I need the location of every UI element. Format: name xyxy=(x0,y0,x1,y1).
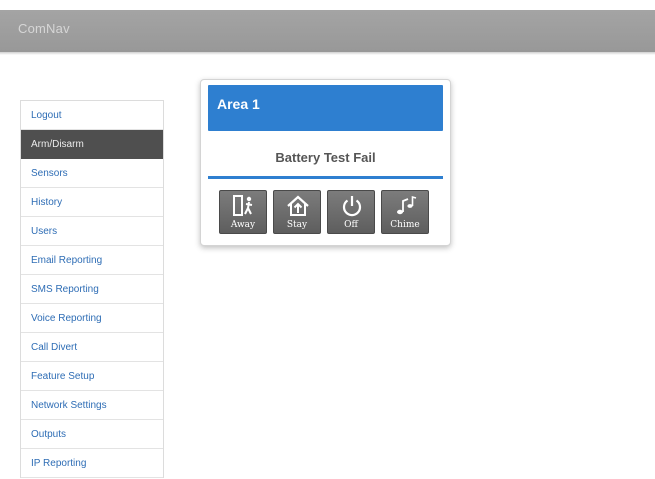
top-bar-shadow xyxy=(0,52,655,55)
sidebar-item-logout[interactable]: Logout xyxy=(21,101,163,130)
top-bar: ComNav xyxy=(0,10,655,52)
status-divider xyxy=(208,176,443,179)
sidebar-item-call-divert[interactable]: Call Divert xyxy=(21,333,163,362)
area-card: Area 1 Battery Test Fail Away Stay Off C… xyxy=(200,79,451,246)
area-status: Battery Test Fail xyxy=(275,150,376,165)
sidebar-item-outputs[interactable]: Outputs xyxy=(21,420,163,449)
sidebar-item-network-settings[interactable]: Network Settings xyxy=(21,391,163,420)
sidebar-item-sensors[interactable]: Sensors xyxy=(21,159,163,188)
arm-button-row: Away Stay Off Chime xyxy=(219,190,429,234)
away-button[interactable]: Away xyxy=(219,190,267,234)
sidebar-item-voice-reporting[interactable]: Voice Reporting xyxy=(21,304,163,333)
power-icon xyxy=(342,196,362,217)
sidebar-item-ip-reporting[interactable]: IP Reporting xyxy=(21,449,163,478)
sidebar-item-sms-reporting[interactable]: SMS Reporting xyxy=(21,275,163,304)
sidebar-item-feature-setup[interactable]: Feature Setup xyxy=(21,362,163,391)
chime-button[interactable]: Chime xyxy=(381,190,429,234)
sidebar: Logout Arm/Disarm Sensors History Users … xyxy=(20,100,164,478)
area-card-header: Area 1 xyxy=(208,85,443,131)
sidebar-item-email-reporting[interactable]: Email Reporting xyxy=(21,246,163,275)
off-label: Off xyxy=(344,220,358,230)
chime-label: Chime xyxy=(390,220,420,230)
area-title: Area 1 xyxy=(217,96,260,112)
off-button[interactable]: Off xyxy=(327,190,375,234)
sidebar-item-history[interactable]: History xyxy=(21,188,163,217)
brand-logo: ComNav xyxy=(18,21,70,36)
music-notes-icon xyxy=(397,195,417,215)
away-label: Away xyxy=(230,220,256,230)
home-arrow-icon xyxy=(287,195,309,216)
sidebar-item-arm-disarm[interactable]: Arm/Disarm xyxy=(21,130,163,159)
sidebar-item-users[interactable]: Users xyxy=(21,217,163,246)
person-exit-door-icon xyxy=(233,195,253,216)
stay-button[interactable]: Stay xyxy=(273,190,321,234)
stay-label: Stay xyxy=(286,220,308,230)
